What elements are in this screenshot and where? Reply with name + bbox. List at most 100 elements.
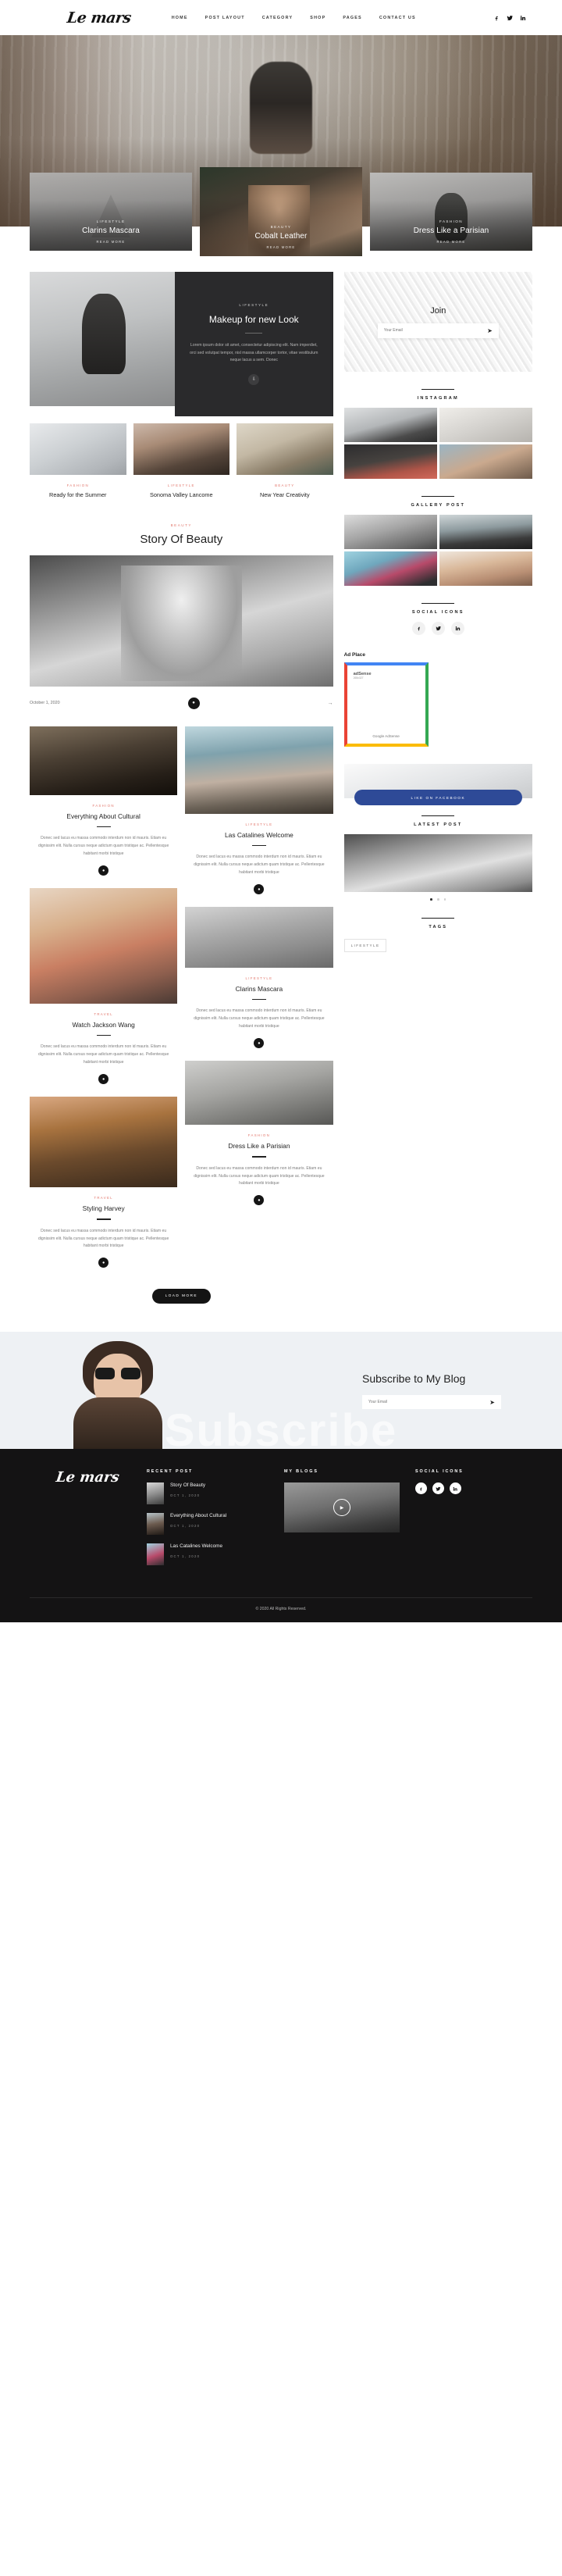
facebook-icon[interactable] — [493, 15, 500, 21]
carousel-dot[interactable] — [443, 898, 446, 901]
masonry-post[interactable]: TRAVEL Watch Jackson Wang Donec sed lacu… — [30, 888, 178, 1085]
masonry-post[interactable]: LIFESTYLE Clarins Mascara Donec sed lacu… — [185, 907, 333, 1049]
post-card[interactable]: BEAUTY New Year Creativity — [237, 423, 333, 498]
recent-post-item[interactable]: Everything About Cultural OCT 1, 2020 — [147, 1513, 270, 1536]
facebook-icon[interactable] — [411, 622, 425, 635]
nav-item-contact-us[interactable]: CONTACT US — [379, 16, 416, 20]
like-on-facebook-button[interactable]: LIKE ON FACEBOOK — [354, 790, 522, 805]
instagram-thumb[interactable] — [343, 408, 437, 442]
featured-photo[interactable] — [30, 272, 175, 406]
story-feature: BEAUTY Story Of Beauty October 1, 2020 ●… — [30, 523, 333, 709]
join-email-input[interactable] — [383, 328, 488, 333]
read-more-link[interactable]: READ MORE — [370, 240, 532, 244]
tag-item[interactable]: LIFESTYLE — [343, 938, 387, 952]
footer-logo[interactable]: Le mars — [23, 1469, 140, 1574]
author-badge[interactable]: ● — [98, 865, 109, 876]
author-badge[interactable]: ● — [98, 1074, 109, 1085]
instagram-thumb[interactable] — [343, 444, 437, 479]
masonry-column-right: LIFESTYLE Las Catalines Welcome Donec se… — [185, 726, 333, 1218]
post-title: Dress Like a Parisian — [228, 1142, 290, 1151]
instagram-thumb[interactable] — [439, 408, 532, 442]
widget-title: LATEST POST — [344, 815, 532, 827]
load-more-button[interactable]: LOAD MORE — [151, 1289, 211, 1304]
load-more-wrapper: LOAD MORE — [30, 1286, 333, 1304]
masonry-grid: FASHION Everything About Cultural Donec … — [30, 726, 333, 1280]
linkedin-icon[interactable] — [520, 15, 526, 21]
author-badge[interactable]: ● — [254, 884, 265, 895]
play-icon[interactable]: ▶ — [333, 1499, 350, 1517]
widget-title: INSTAGRAM — [344, 389, 532, 401]
nav-item-home[interactable]: HOME — [172, 16, 188, 20]
latest-post-image[interactable] — [343, 834, 532, 892]
linkedin-icon[interactable] — [450, 622, 464, 635]
feature-card-category: FASHION — [439, 219, 463, 223]
post-image — [185, 907, 333, 969]
linkedin-icon[interactable] — [450, 1482, 461, 1495]
gallery-thumb[interactable] — [439, 515, 532, 549]
feature-card[interactable]: LIFESTYLE Clarins Mascara READ MORE — [30, 173, 192, 251]
carousel-dots — [344, 898, 532, 901]
author-badge[interactable]: ● — [98, 1258, 109, 1268]
site-logo[interactable]: Le mars — [66, 9, 132, 27]
masonry-post[interactable]: FASHION Dress Like a Parisian Donec sed … — [185, 1061, 333, 1206]
next-arrow-icon[interactable]: → — [328, 701, 333, 706]
social-row — [344, 622, 532, 635]
masonry-post[interactable]: FASHION Everything About Cultural Donec … — [30, 726, 178, 876]
author-badge[interactable]: ● — [254, 1195, 265, 1206]
story-title[interactable]: Story Of Beauty — [30, 533, 333, 546]
feature-card-category: BEAUTY — [270, 225, 292, 229]
footer-heading: SOCIAL ICONS — [415, 1469, 464, 1475]
post-card[interactable]: LIFESTYLE Sonoma Valley Lancome — [133, 423, 230, 498]
instagram-thumb[interactable] — [439, 444, 532, 479]
read-more-link[interactable]: READ MORE — [30, 240, 192, 244]
story-image[interactable] — [30, 555, 333, 687]
join-title: Join — [430, 305, 446, 316]
carousel-dot[interactable] — [436, 898, 439, 901]
header-social-links — [493, 15, 526, 21]
gallery-thumb[interactable] — [439, 551, 532, 586]
nav-item-shop[interactable]: SHOP — [310, 16, 325, 20]
masonry-post[interactable]: LIFESTYLE Las Catalines Welcome Donec se… — [185, 726, 333, 895]
twitter-icon[interactable] — [432, 1482, 444, 1495]
feature-card[interactable]: BEAUTY Cobalt Leather READ MORE — [200, 167, 362, 256]
recent-post-item[interactable]: Story Of Beauty OCT 1, 2020 — [147, 1482, 270, 1505]
subscribe-form-area: Subscribe to My Blog ➤ — [362, 1372, 518, 1410]
gallery-thumb[interactable] — [343, 515, 437, 549]
copyright-text: © 2020 All Rights Reserved. — [30, 1597, 532, 1622]
post-excerpt: Donec sed lacus eu massa commodo interdu… — [37, 836, 169, 857]
post-excerpt: Donec sed lacus eu massa commodo interdu… — [37, 1044, 169, 1065]
nav-item-post-layout[interactable]: POST LAYOUT — [205, 16, 245, 20]
nav-item-pages[interactable]: PAGES — [343, 16, 361, 20]
recent-post-item[interactable]: Las Catalines Welcome OCT 1, 2020 — [147, 1543, 270, 1566]
post-image — [185, 726, 333, 814]
ad-place-title: Ad Place — [343, 652, 366, 658]
feature-card[interactable]: FASHION Dress Like a Parisian READ MORE — [370, 173, 532, 251]
share-badge[interactable]: ● — [187, 697, 200, 709]
download-icon[interactable]: ⇩ — [248, 373, 260, 385]
post-thumbnail — [237, 423, 333, 475]
recent-post-thumb — [147, 1482, 164, 1505]
video-thumbnail[interactable]: ▶ — [284, 1482, 400, 1533]
post-card[interactable]: FASHION Ready for the Summer — [30, 423, 126, 498]
carousel-dot[interactable] — [430, 898, 432, 901]
adsense-box[interactable]: adSense 265x327 Google AdSense — [343, 662, 429, 747]
dark-feature-card[interactable]: LIFESTYLE Makeup for new Look Lorem ipsu… — [175, 272, 333, 416]
twitter-icon[interactable] — [431, 622, 445, 635]
page-root: Le mars HOME POST LAYOUT CATEGORY SHOP P… — [0, 0, 562, 1623]
subscribe-email-input[interactable] — [368, 1400, 490, 1405]
gallery-thumb[interactable] — [343, 551, 437, 586]
post-thumbnail — [133, 423, 230, 475]
facebook-icon[interactable] — [415, 1482, 427, 1495]
read-more-link[interactable]: READ MORE — [200, 245, 362, 249]
send-icon[interactable]: ➤ — [487, 327, 493, 334]
post-category: FASHION — [66, 483, 89, 487]
post-category: FASHION — [247, 1133, 271, 1138]
site-footer: Le mars RECENT POST Story Of Beauty OCT … — [0, 1449, 562, 1623]
author-badge[interactable]: ● — [254, 1038, 265, 1049]
divider — [96, 826, 111, 828]
post-category: TRAVEL — [94, 1012, 113, 1017]
nav-item-category[interactable]: CATEGORY — [262, 16, 293, 20]
masonry-post[interactable]: TRAVEL Styling Harvey Donec sed lacus eu… — [30, 1097, 178, 1268]
twitter-icon[interactable] — [507, 15, 513, 21]
send-icon[interactable]: ➤ — [489, 1399, 495, 1406]
